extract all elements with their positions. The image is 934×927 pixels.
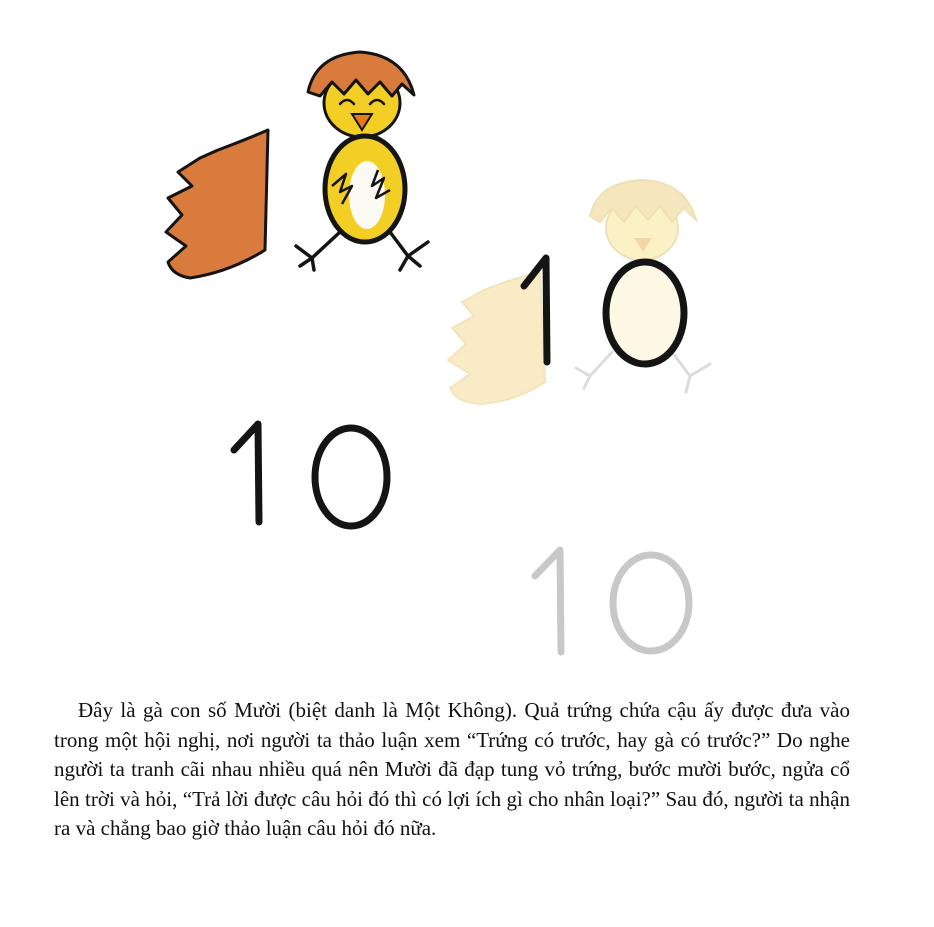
digit-one-black <box>230 420 263 526</box>
faded-shell-hat <box>588 178 698 224</box>
digit-zero-faded <box>609 551 693 655</box>
story-caption: Đây là gà con số Mười (biệt danh là Một … <box>54 698 850 840</box>
numeral-ten-black <box>230 420 391 530</box>
faded-chick <box>446 178 712 406</box>
digit-zero-black <box>311 424 391 530</box>
chick-leg-left <box>294 230 342 272</box>
chick-ten-illustration <box>164 50 712 656</box>
overlay-digit-zero <box>602 258 688 368</box>
broken-shell <box>164 128 270 280</box>
faded-shell <box>446 270 547 406</box>
faded-leg-right <box>670 350 712 394</box>
numeral-ten-faded <box>531 546 693 656</box>
chick-leg-right <box>388 230 430 272</box>
faded-leg-left <box>574 350 614 390</box>
digit-one-faded <box>531 546 565 656</box>
colored-chick <box>164 50 430 280</box>
